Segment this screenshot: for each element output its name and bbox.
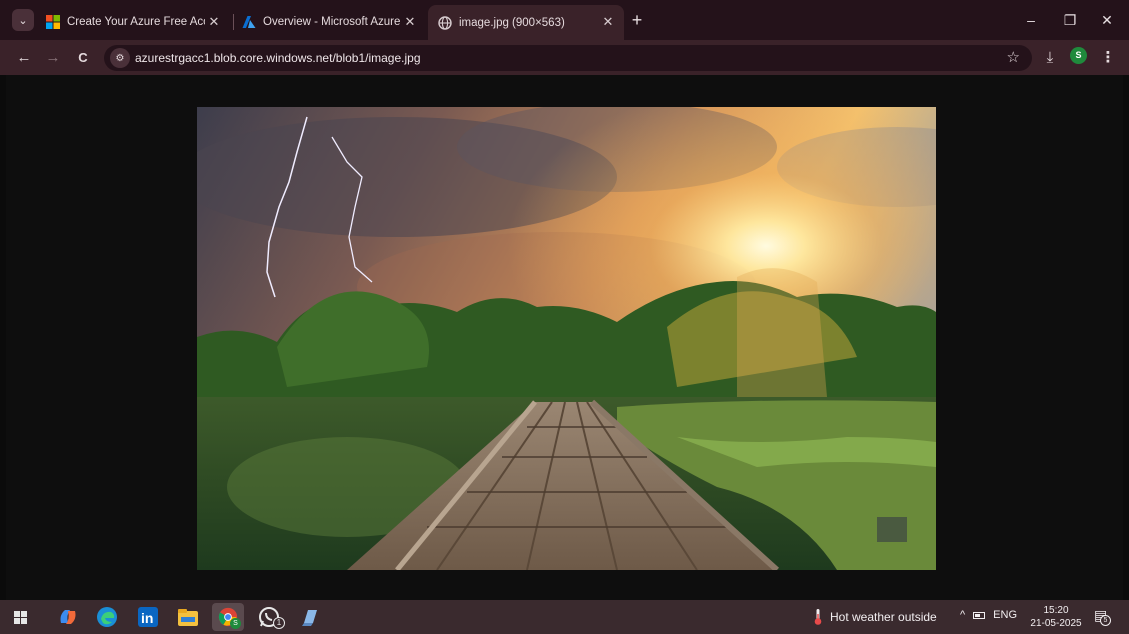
landscape-photo — [197, 107, 936, 570]
battery-icon[interactable] — [973, 611, 986, 619]
tab-separator — [233, 14, 234, 30]
copilot-icon[interactable] — [56, 605, 80, 629]
bookmark-star-icon[interactable]: ☆ — [1007, 48, 1020, 66]
chrome-profile-badge: S — [230, 618, 241, 629]
downloads-icon[interactable]: ⤓ — [1040, 48, 1060, 68]
clock-time: 15:20 — [1043, 605, 1069, 616]
chevron-down-icon: ⌄ — [18, 14, 28, 27]
system-tray: ^ ENG — [960, 609, 1017, 621]
close-icon[interactable]: ✕ — [402, 14, 418, 30]
restore-button[interactable]: ❐ — [1060, 10, 1080, 30]
thermometer-icon — [814, 609, 822, 625]
site-info-icon[interactable]: ⚙ — [110, 48, 130, 68]
tab-azure-overview[interactable]: Overview - Microsoft Azure ✕ — [236, 7, 426, 37]
whatsapp-taskbar-button[interactable]: 1 — [257, 605, 287, 629]
tab-title: Overview - Microsoft Azure — [263, 16, 401, 28]
reload-button[interactable]: C — [73, 48, 93, 68]
close-icon[interactable]: ✕ — [206, 14, 222, 30]
address-bar[interactable]: ⚙ azurestrgacc1.blob.core.windows.net/bl… — [104, 45, 1032, 71]
clock[interactable]: 15:20 21-05-2025 — [1030, 604, 1082, 630]
chrome-taskbar-button[interactable]: S — [212, 603, 244, 631]
weather-widget[interactable]: Hot weather outside — [814, 609, 937, 625]
windows-taskbar: in S 1 Hot weather outside ^ ENG 15:20 2… — [0, 600, 1129, 634]
new-tab-button[interactable]: + — [628, 11, 646, 29]
close-icon[interactable]: ✕ — [600, 14, 616, 30]
tab-image-jpg-active[interactable]: image.jpg (900×563) ✕ — [428, 5, 624, 40]
forward-button[interactable]: → — [43, 48, 63, 68]
edge-icon[interactable] — [95, 605, 119, 629]
tab-search-button[interactable]: ⌄ — [12, 9, 34, 31]
weather-text: Hot weather outside — [830, 610, 937, 624]
linkedin-icon[interactable]: in — [136, 605, 160, 629]
microsoft-logo-icon — [46, 15, 60, 29]
close-window-button[interactable]: ✕ — [1097, 10, 1117, 30]
windows-start-icon[interactable] — [14, 611, 27, 624]
tab-azure-free-account[interactable]: Create Your Azure Free Account ✕ — [40, 7, 230, 37]
profile-avatar[interactable]: S — [1070, 47, 1087, 64]
globe-icon — [438, 15, 452, 30]
tab-title: image.jpg (900×563) — [459, 16, 565, 29]
whatsapp-badge: 1 — [273, 617, 285, 629]
tray-chevron-icon[interactable]: ^ — [960, 609, 965, 621]
azure-logo-icon — [242, 16, 256, 28]
clock-date: 21-05-2025 — [1030, 618, 1082, 629]
file-explorer-icon[interactable] — [176, 605, 200, 629]
browser-toolbar: ← → C ⚙ azurestrgacc1.blob.core.windows.… — [0, 40, 1129, 75]
notification-center-icon[interactable]: ▤ 5 — [1094, 607, 1111, 626]
notification-count-badge: 5 — [1100, 615, 1111, 626]
browser-tab-strip: ⌄ Create Your Azure Free Account ✕ Overv… — [0, 0, 1129, 40]
minimize-button[interactable]: – — [1021, 10, 1041, 30]
displayed-image[interactable] — [197, 107, 936, 570]
language-indicator[interactable]: ENG — [993, 609, 1017, 621]
azure-storage-explorer-icon[interactable] — [298, 605, 322, 629]
menu-icon[interactable]: ⋮ — [1098, 48, 1118, 68]
tab-title: Create Your Azure Free Account — [67, 16, 205, 28]
back-button[interactable]: ← — [14, 48, 34, 68]
url-text[interactable]: azurestrgacc1.blob.core.windows.net/blob… — [135, 51, 421, 65]
svg-text:in: in — [141, 610, 153, 626]
